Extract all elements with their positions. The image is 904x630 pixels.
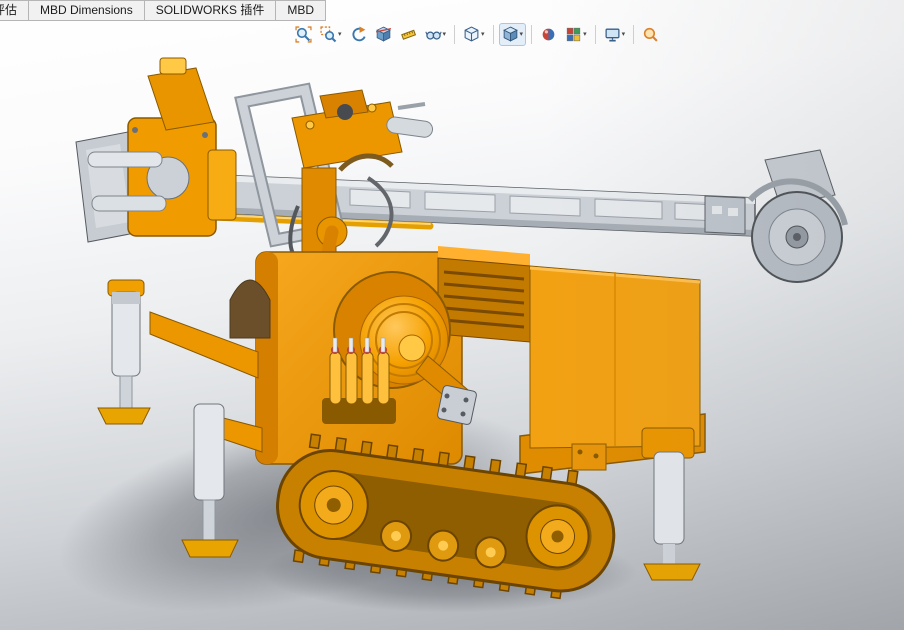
mast-pulley-wheel[interactable] [750, 150, 845, 282]
frame-bracket [572, 444, 606, 470]
edit-appearance-icon [540, 26, 557, 43]
view-settings-button[interactable]: ▾ [601, 23, 629, 46]
measure-button[interactable] [397, 23, 420, 46]
magnify-button[interactable] [639, 23, 662, 46]
view-orientation-button[interactable]: ▾ [460, 23, 488, 46]
previous-view-icon [350, 26, 367, 43]
toolbar-separator [531, 25, 532, 44]
solidworks-window: ▾ ▾ ▾ ▾ ▾ ▾ 评估MBD DimensionsSOLIDWORKS 插件MBD [0, 0, 904, 630]
dropdown-caret-icon[interactable]: ▾ [583, 31, 587, 39]
toolbar-separator [493, 25, 494, 44]
dropdown-caret-icon[interactable]: ▾ [338, 31, 342, 39]
edit-appearance-button[interactable] [537, 23, 560, 46]
magnify-icon [642, 26, 659, 43]
zoom-to-area-icon [320, 26, 337, 43]
heads-up-toolbar: ▾ ▾ ▾ ▾ ▾ ▾ [292, 23, 662, 46]
tab-mbd-dimensions[interactable]: MBD Dimensions [29, 0, 145, 21]
previous-view-button[interactable] [347, 23, 370, 46]
model-scene[interactable] [0, 0, 904, 630]
zoom-to-fit-icon [295, 26, 312, 43]
measure-icon [400, 26, 417, 43]
toolbar-separator [633, 25, 634, 44]
hide-show-items-button[interactable]: ▾ [422, 23, 450, 46]
display-style-button[interactable]: ▾ [499, 23, 527, 46]
dropdown-caret-icon[interactable]: ▾ [443, 31, 447, 39]
tab-evaluate[interactable]: 评估 [0, 0, 29, 21]
zoom-to-area-button[interactable]: ▾ [317, 23, 345, 46]
command-tabs: 评估MBD DimensionsSOLIDWORKS 插件MBD [0, 0, 326, 21]
apply-scene-button[interactable]: ▾ [562, 23, 590, 46]
apply-scene-icon [565, 26, 582, 43]
view-settings-icon [604, 26, 621, 43]
toolbar-separator [454, 25, 455, 44]
section-view-icon [375, 26, 392, 43]
rod-clamp-assembly[interactable] [76, 58, 236, 242]
tab-mbd[interactable]: MBD [276, 0, 326, 21]
display-style-icon [502, 26, 519, 43]
section-view-button[interactable] [372, 23, 395, 46]
tab-solidworks-addins[interactable]: SOLIDWORKS 插件 [145, 0, 277, 21]
view-orientation-icon [463, 26, 480, 43]
toolbar-separator [595, 25, 596, 44]
dropdown-caret-icon[interactable]: ▾ [622, 31, 626, 39]
hide-show-items-icon [425, 26, 442, 43]
dropdown-caret-icon[interactable]: ▾ [520, 31, 524, 39]
dropdown-caret-icon[interactable]: ▾ [481, 31, 485, 39]
graphics-viewport[interactable] [0, 0, 904, 630]
zoom-to-fit-button[interactable] [292, 23, 315, 46]
